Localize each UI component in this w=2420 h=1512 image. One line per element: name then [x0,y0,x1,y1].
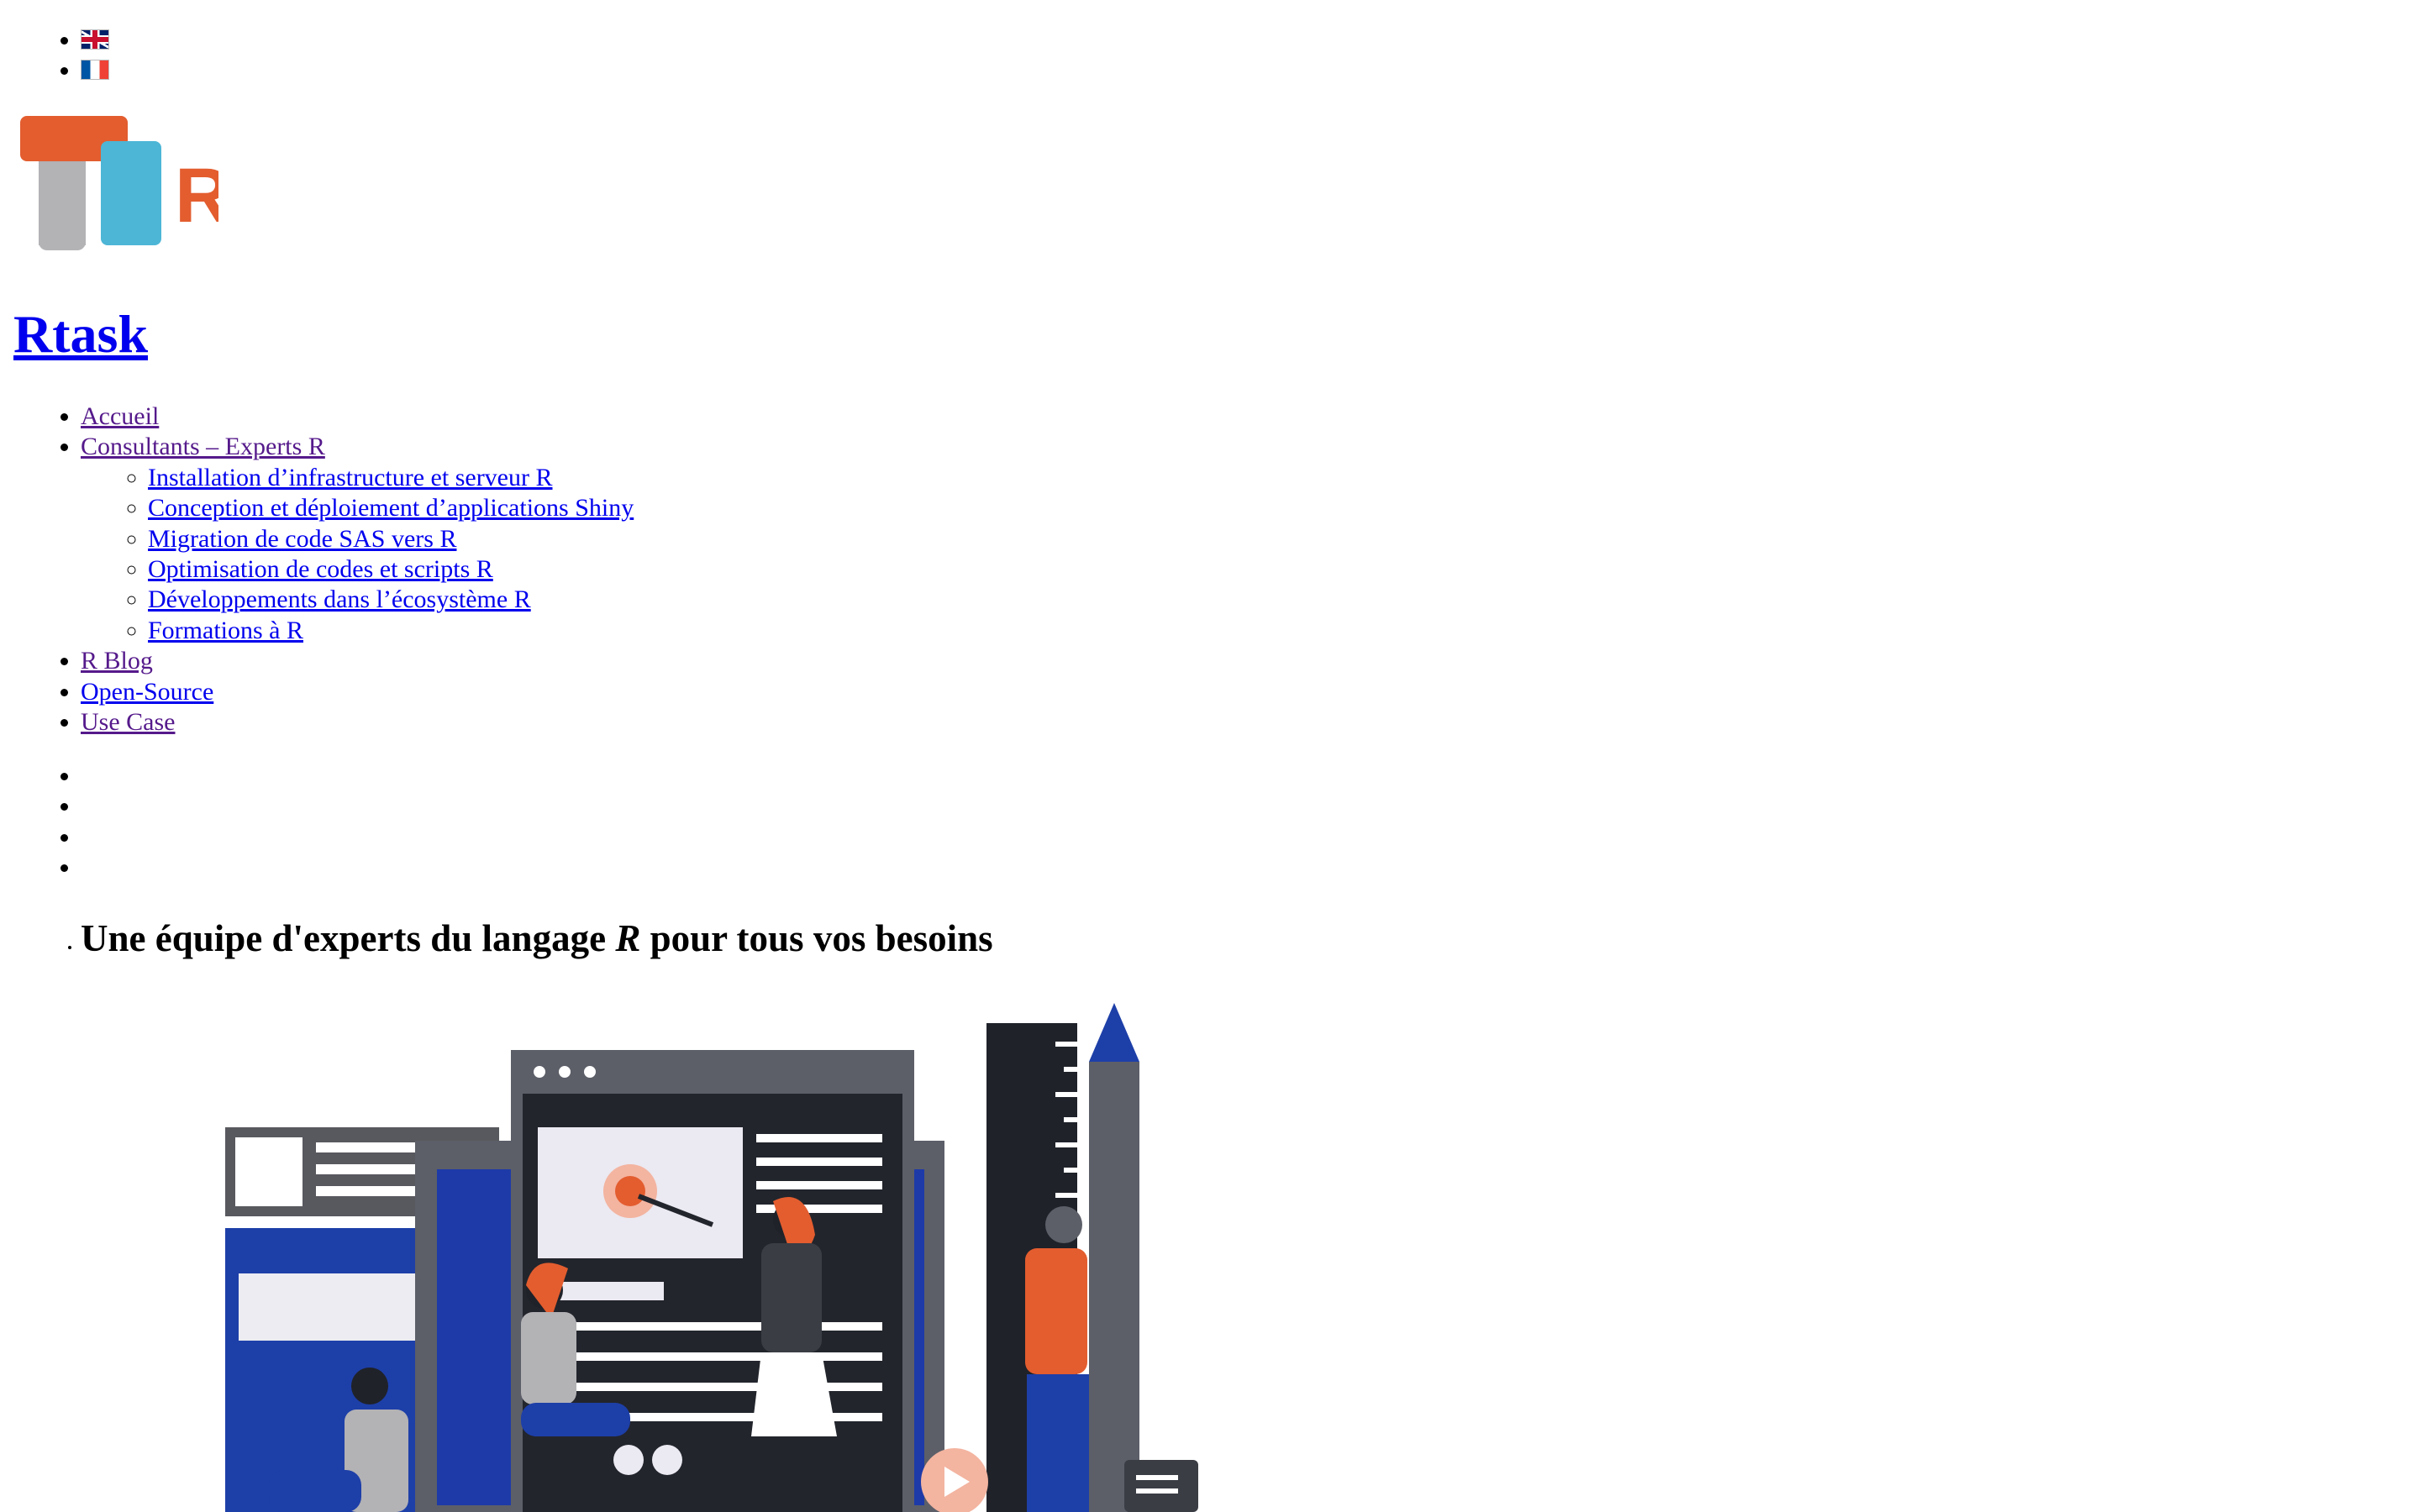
person-right-head [1045,1206,1082,1243]
ruler-tick [1055,1193,1077,1198]
document-line [1136,1475,1178,1480]
submenu-item: Formations à R [148,616,634,646]
slide-headline-text-end: pour tous vos besoins [640,917,993,959]
submenu-item: Conception et déploiement d’applications… [148,493,634,523]
document-icon [1124,1460,1198,1512]
person-left-pants [269,1470,361,1512]
window-dot [534,1066,545,1078]
language-item-en[interactable] [81,25,109,55]
slide-headline-emphasis: R [615,917,641,959]
language-item-fr[interactable] [81,55,109,86]
submenu-link-optimisation[interactable]: Optimisation de codes et scripts R [148,555,493,583]
submenu-item: Optimisation de codes et scripts R [148,554,634,585]
slide-headline: Une équipe d'experts du langage R pour t… [81,909,993,968]
nav-link-use-case[interactable]: Use Case [81,708,175,736]
logo-r-letter: R [175,153,218,239]
person-middle-shirt [521,1312,576,1404]
ruler-tick [1064,1168,1077,1173]
submenu-item: Développements dans l’écosystème R [148,585,634,615]
submenu-link-shiny[interactable]: Conception et déploiement d’applications… [148,494,634,522]
ruler-tick [1064,1067,1077,1072]
person-right-shirt [1025,1248,1087,1374]
nav-item-blog: R Blog [81,646,634,676]
content-line [756,1134,882,1142]
nav-item-open-source: Open-Source [81,677,634,707]
ruler-tick [1055,1142,1077,1147]
nav-item-accueil: Accueil [81,402,634,432]
check-button-icon [652,1445,682,1475]
document-line [1136,1488,1178,1494]
submenu-link-infrastructure[interactable]: Installation d’infrastructure et serveur… [148,464,553,491]
site-title-link[interactable]: Rtask [13,304,148,364]
hero-slider: Une équipe d'experts du langage R pour t… [81,909,993,968]
ruler-tick [1055,1042,1077,1047]
logo-blue-block [101,141,161,245]
ruler-tick [1064,1117,1077,1122]
person-left-head [351,1368,388,1404]
person-right-pants [1027,1374,1089,1512]
nav-link-blog[interactable]: R Blog [81,647,153,675]
uk-flag-icon[interactable] [81,29,109,50]
left-panel-box [239,1273,415,1341]
site-title: Rtask [13,301,148,368]
language-switcher [81,25,109,86]
presenter-jacket [761,1243,822,1352]
person-middle-pants [521,1403,630,1436]
submenu-link-sas-migration[interactable]: Migration de code SAS vers R [148,525,456,553]
nav-item-use-case: Use Case [81,707,634,738]
logo-grey-stem [39,161,86,245]
target-inner [615,1176,645,1206]
content-line [538,1383,882,1391]
content-line [538,1352,882,1361]
slide-headline-text-start: Une équipe d'experts du langage [81,917,616,959]
content-line [538,1322,882,1331]
team-illustration [225,1003,1198,1512]
rtask-logo[interactable]: R [20,116,218,255]
content-line [756,1181,882,1189]
pencil-tip [1089,1003,1139,1062]
slide-item: Une équipe d'experts du langage R pour t… [81,909,993,968]
main-nav: Accueil Consultants – Experts R Installa… [81,402,634,738]
submenu-item: Installation d’infrastructure et serveur… [148,463,634,493]
middle-screen-blue [437,1169,513,1505]
france-flag-icon[interactable] [81,60,109,80]
left-window-thumb [235,1137,302,1206]
star-button-icon [613,1445,644,1475]
ruler-tick [1055,1092,1077,1097]
nav-link-accueil[interactable]: Accueil [81,402,159,430]
pencil-body [1089,1062,1139,1512]
submenu-item: Migration de code SAS vers R [148,524,634,554]
nav-link-consultants[interactable]: Consultants – Experts R [81,433,325,460]
submenu-link-formations[interactable]: Formations à R [148,617,303,644]
content-line [756,1158,882,1166]
nav-link-open-source[interactable]: Open-Source [81,678,213,706]
nav-item-consultants: Consultants – Experts R Installation d’i… [81,432,634,646]
submenu-link-ecosystem[interactable]: Développements dans l’écosystème R [148,585,531,613]
window-dot [584,1066,596,1078]
consultants-submenu: Installation d’infrastructure et serveur… [81,463,634,646]
window-dot [559,1066,571,1078]
